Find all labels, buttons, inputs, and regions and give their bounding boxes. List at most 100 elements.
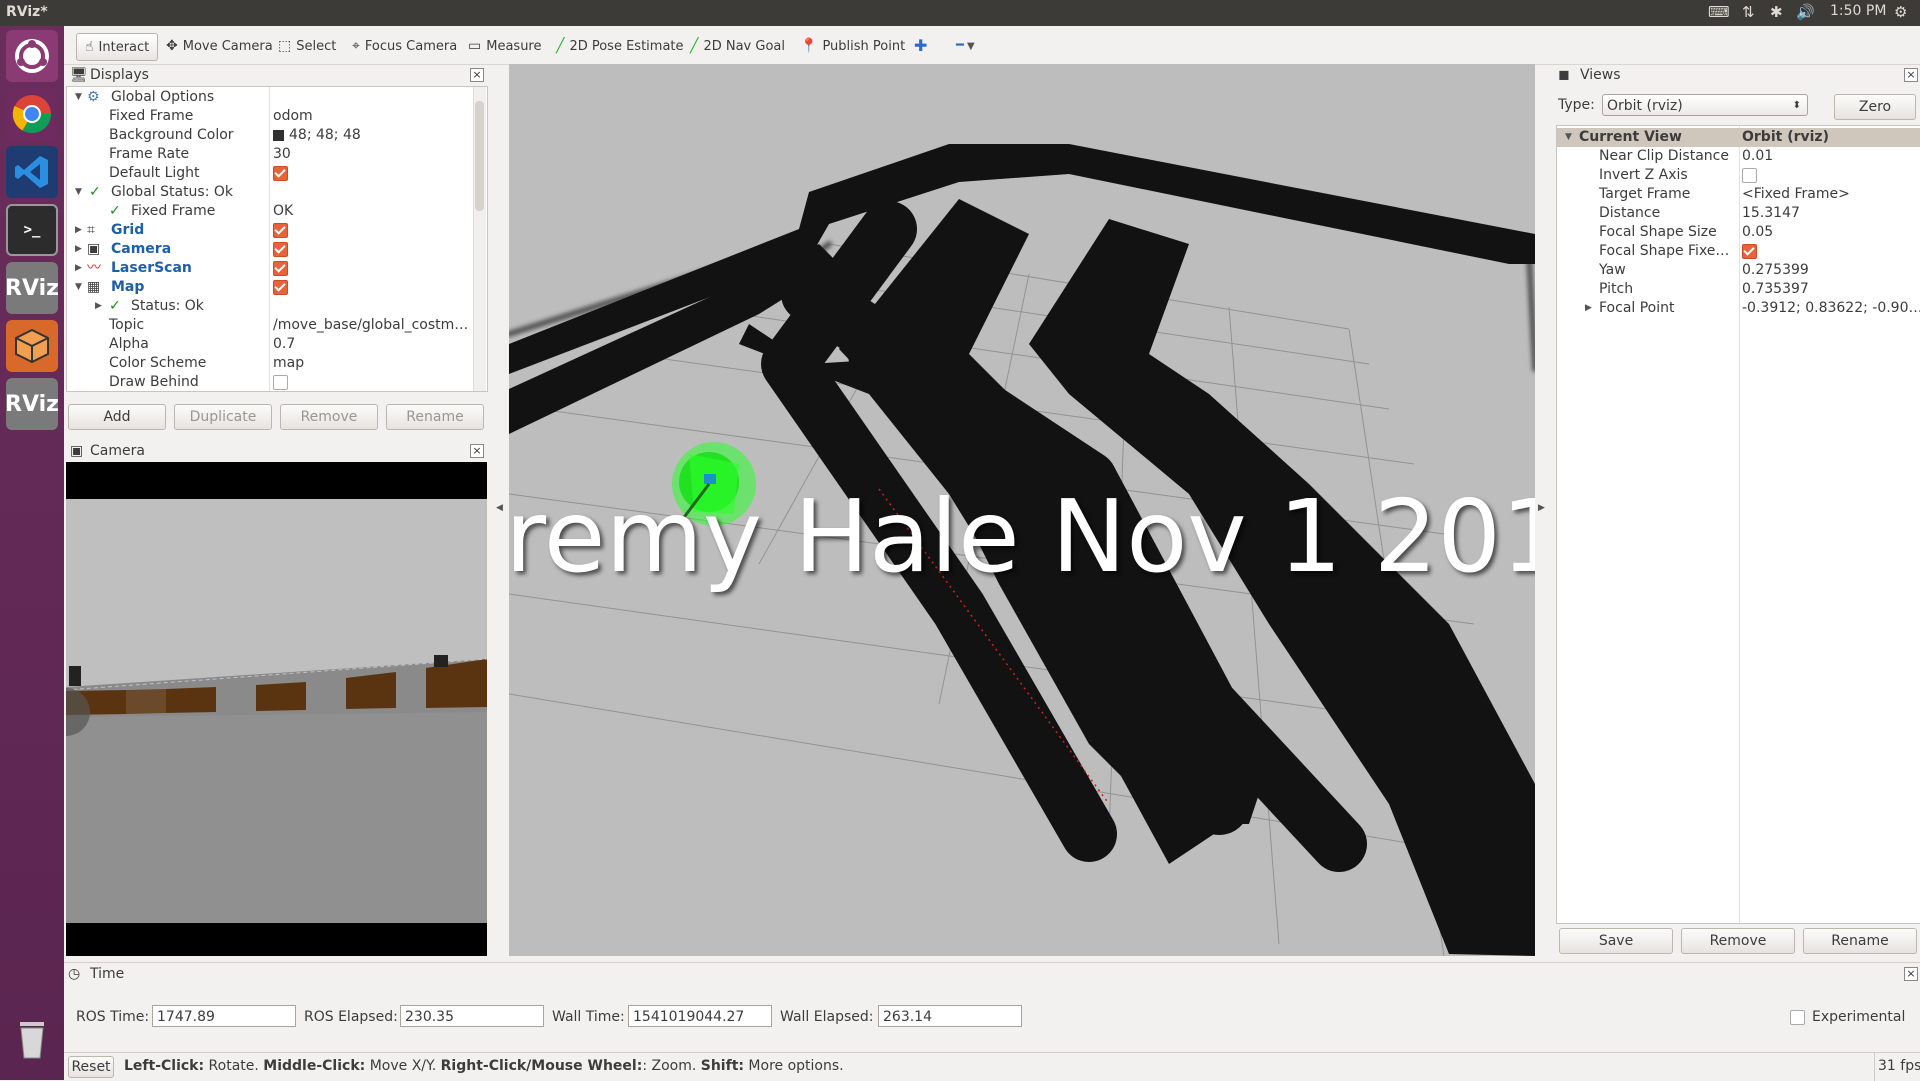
close-icon[interactable]: × [1904, 68, 1918, 82]
clock[interactable]: 1:50 PM [1830, 3, 1886, 19]
splitter-right-arrow-icon[interactable]: ▶ [1538, 503, 1545, 513]
rename-view-button[interactable]: Rename [1803, 928, 1917, 954]
expanded-arrow-icon[interactable]: ▼ [75, 88, 82, 107]
view-type-select[interactable]: Orbit (rviz) ⬍ [1602, 94, 1808, 116]
collapsed-arrow-icon[interactable]: ▶ [75, 221, 82, 240]
tree-row-grid[interactable]: ▶ ⌗ Grid [67, 221, 487, 240]
close-icon[interactable]: × [470, 444, 484, 458]
camera-checkbox[interactable] [273, 241, 288, 257]
experimental-checkbox[interactable] [1790, 1010, 1805, 1025]
default-light-checkbox[interactable] [273, 165, 288, 181]
package-icon[interactable] [6, 320, 58, 372]
tree-value[interactable]: <Fixed Frame> [1742, 185, 1850, 204]
invert-z-checkbox[interactable] [1742, 167, 1757, 183]
collapsed-arrow-icon[interactable]: ▶ [1585, 299, 1592, 318]
render-viewport[interactable]: Jeremy Hale Nov 1 2018 [509, 64, 1535, 956]
rviz-active-icon[interactable]: RViz [5, 378, 59, 430]
gear-icon[interactable]: ⚙ [1894, 3, 1907, 21]
add-tool-button[interactable]: ✚ [910, 33, 931, 59]
network-icon[interactable]: ⇅ [1742, 3, 1755, 21]
tree-value[interactable]: -0.3912; 0.83622; -0.90… [1742, 299, 1920, 318]
tree-row-fixed-frame[interactable]: Fixed Frame odom [67, 107, 487, 126]
tree-row-fixed-frame-status[interactable]: ✓ Fixed Frame OK [67, 202, 487, 221]
tree-row-global-status[interactable]: ▼ ✓ Global Status: Ok [67, 183, 487, 202]
ros-time-field[interactable]: 1747.89 [152, 1005, 296, 1027]
map-checkbox[interactable] [273, 279, 288, 295]
tree-value[interactable]: 0.735397 [1742, 280, 1809, 299]
wall-time-field[interactable]: 1541019044.27 [628, 1005, 772, 1027]
tree-row-camera[interactable]: ▶ ▣ Camera [67, 240, 487, 259]
rename-display-button[interactable]: Rename [386, 404, 484, 430]
pitch-row[interactable]: Pitch 0.735397 [1557, 280, 1920, 299]
current-view-row[interactable]: ▼ Current View Orbit (rviz) [1557, 128, 1920, 147]
tree-value[interactable]: 0.05 [1742, 223, 1773, 242]
focal-size-row[interactable]: Focal Shape Size 0.05 [1557, 223, 1920, 242]
publish-point-tool[interactable]: 📍 Publish Point [796, 33, 909, 59]
collapsed-arrow-icon[interactable]: ▶ [95, 297, 102, 316]
tree-row-global-options[interactable]: ▼ ⚙ Global Options [67, 88, 487, 107]
draw-behind-checkbox[interactable] [273, 374, 288, 390]
tree-value[interactable]: 0.7 [273, 335, 295, 354]
wall-elapsed-field[interactable]: 263.14 [878, 1005, 1022, 1027]
tree-row-laserscan[interactable]: ▶ 〰 LaserScan [67, 259, 487, 278]
grid-checkbox[interactable] [273, 222, 288, 238]
color-swatch[interactable]: 48; 48; 48 [273, 126, 361, 145]
ubuntu-dash-icon[interactable] [6, 30, 58, 82]
remove-view-button[interactable]: Remove [1681, 928, 1795, 954]
keyboard-icon[interactable]: ⌨ [1708, 3, 1730, 21]
expanded-arrow-icon[interactable]: ▼ [1565, 128, 1572, 147]
close-icon[interactable]: × [470, 68, 484, 82]
move-camera-tool[interactable]: ✥ Move Camera [162, 33, 277, 59]
tree-value[interactable]: /move_base/global_costm… [273, 316, 468, 335]
interact-tool[interactable]: ☝ Interact [76, 33, 159, 61]
focal-point-row[interactable]: ▶ Focal Point -0.3912; 0.83622; -0.90… [1557, 299, 1920, 318]
collapsed-arrow-icon[interactable]: ▶ [75, 259, 82, 278]
tree-value[interactable]: 0.275399 [1742, 261, 1809, 280]
nav-goal-tool[interactable]: ╱ 2D Nav Goal [686, 33, 789, 59]
remove-display-button[interactable]: Remove [280, 404, 378, 430]
tree-row-background-color[interactable]: Background Color 48; 48; 48 [67, 126, 487, 145]
focal-fixed-checkbox[interactable] [1742, 243, 1757, 259]
select-tool[interactable]: ⬚ Select [274, 33, 340, 59]
tree-row-frame-rate[interactable]: Frame Rate 30 [67, 145, 487, 164]
camera-image-view[interactable] [66, 462, 487, 956]
tree-row-color-scheme[interactable]: Color Scheme map [67, 354, 487, 373]
save-view-button[interactable]: Save [1559, 928, 1673, 954]
expanded-arrow-icon[interactable]: ▼ [75, 278, 82, 297]
bluetooth-icon[interactable]: ✱ [1770, 3, 1783, 21]
vscode-icon[interactable] [6, 146, 58, 198]
tree-value[interactable]: map [273, 354, 304, 373]
tree-row-default-light[interactable]: Default Light [67, 164, 487, 183]
terminal-icon[interactable]: >_ [6, 204, 58, 256]
volume-icon[interactable]: 🔊 [1796, 3, 1815, 21]
laserscan-checkbox[interactable] [273, 260, 288, 276]
pose-estimate-tool[interactable]: ╱ 2D Pose Estimate [552, 33, 688, 59]
zero-button[interactable]: Zero [1834, 94, 1916, 120]
add-display-button[interactable]: Add [68, 404, 166, 430]
duplicate-display-button[interactable]: Duplicate [174, 404, 272, 430]
splitter-left-arrow-icon[interactable]: ◀ [496, 503, 503, 513]
tree-row-draw-behind[interactable]: Draw Behind [67, 373, 487, 391]
measure-tool[interactable]: ▭ Measure [464, 33, 545, 59]
target-frame-row[interactable]: Target Frame <Fixed Frame> [1557, 185, 1920, 204]
tree-row-topic[interactable]: Topic/move_base/global_costm… [67, 316, 487, 335]
trash-icon[interactable] [6, 1012, 58, 1064]
ros-elapsed-field[interactable]: 230.35 [400, 1005, 544, 1027]
tree-value[interactable]: odom [273, 107, 313, 126]
chrome-icon[interactable] [6, 88, 58, 140]
reset-button[interactable]: Reset [68, 1056, 114, 1078]
tree-row-map[interactable]: ▼ ▦ Map [67, 278, 487, 297]
invert-z-row[interactable]: Invert Z Axis [1557, 166, 1920, 185]
collapsed-arrow-icon[interactable]: ▶ [75, 240, 82, 259]
close-icon[interactable]: × [1904, 967, 1918, 981]
tree-value[interactable]: 30 [273, 145, 291, 164]
tree-row-alpha[interactable]: Alpha 0.7 [67, 335, 487, 354]
rviz-launcher-icon[interactable]: RViz [5, 262, 59, 314]
yaw-row[interactable]: Yaw 0.275399 [1557, 261, 1920, 280]
tree-value[interactable]: 0.01 [1742, 147, 1773, 166]
near-clip-row[interactable]: Near Clip Distance 0.01 [1557, 147, 1920, 166]
tree-row-map-status[interactable]: ▶ ✓ Status: Ok [67, 297, 487, 316]
distance-row[interactable]: Distance 15.3147 [1557, 204, 1920, 223]
tree-value[interactable]: 15.3147 [1742, 204, 1800, 223]
expanded-arrow-icon[interactable]: ▼ [75, 183, 82, 202]
